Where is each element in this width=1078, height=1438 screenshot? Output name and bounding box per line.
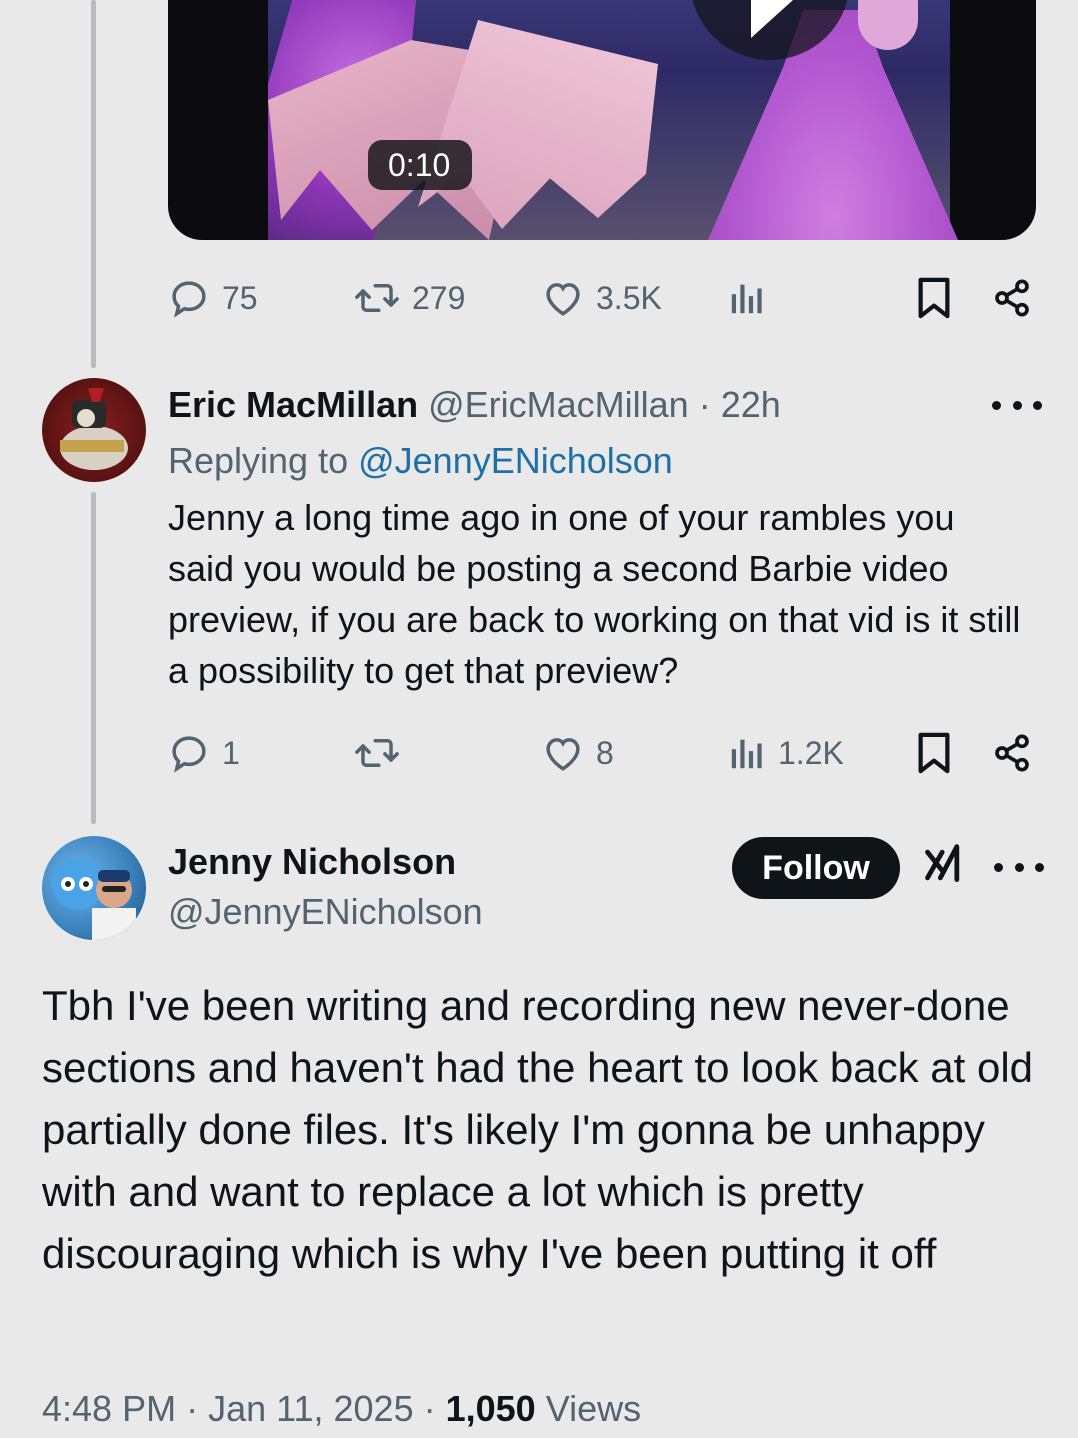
views-label: Views	[545, 1388, 642, 1429]
share-icon	[995, 734, 1029, 772]
reply-header: Eric MacMillan @EricMacMillan · 22h	[168, 384, 781, 426]
reply-count: 75	[222, 279, 258, 316]
reply-timestamp[interactable]: 22h	[721, 384, 781, 425]
tweet-time[interactable]: 4:48 PM	[42, 1388, 176, 1429]
share-button[interactable]	[992, 268, 1032, 328]
share-button[interactable]	[992, 723, 1032, 783]
replying-to-line: Replying to @JennyENicholson	[168, 440, 673, 482]
play-icon	[751, 0, 793, 38]
avatar-image	[60, 388, 128, 470]
video-duration-badge: 0:10	[368, 140, 473, 190]
main-author-handle-line: @JennyENicholson	[168, 891, 483, 933]
like-button[interactable]: 8	[542, 723, 614, 783]
reply-count: 1	[222, 734, 240, 771]
avatar[interactable]	[42, 378, 146, 482]
reply-button[interactable]: 75	[168, 268, 258, 328]
tweet-metadata: 4:48 PM · Jan 11, 2025 · 1,050 Views	[42, 1388, 641, 1430]
separator: ·	[413, 1388, 446, 1429]
views-count: 1,050	[445, 1388, 536, 1429]
replying-to-label: Replying to	[168, 440, 359, 481]
repost-count: 279	[412, 279, 466, 316]
bookmark-icon	[918, 277, 950, 319]
reply-icon	[172, 736, 206, 773]
views-button[interactable]	[728, 268, 778, 328]
avatar-image	[52, 858, 136, 940]
thread-line-top	[91, 0, 96, 368]
author-name[interactable]: Jenny Nicholson	[168, 841, 456, 882]
repost-button[interactable]: 279	[354, 268, 465, 328]
separator: ·	[688, 384, 721, 425]
bookmark-button[interactable]	[916, 268, 952, 328]
grok-icon[interactable]	[922, 843, 966, 887]
main-more-button[interactable]	[994, 852, 1044, 882]
repost-button[interactable]	[354, 723, 412, 783]
reply-button[interactable]: 1	[168, 723, 240, 783]
like-icon	[546, 283, 580, 316]
share-icon	[995, 279, 1029, 317]
reply-text: Jenny a long time ago in one of your ram…	[168, 497, 1021, 691]
thread-line-middle	[91, 492, 96, 824]
reply-icon	[172, 281, 206, 318]
bookmark-button[interactable]	[916, 723, 952, 783]
like-count: 3.5K	[596, 279, 662, 316]
reply-more-button[interactable]	[992, 390, 1042, 420]
like-icon	[546, 738, 580, 771]
author-handle[interactable]: @JennyENicholson	[168, 891, 483, 932]
main-tweet-text: Tbh I've been writing and recording new …	[42, 982, 1034, 1277]
views-count: 1.2K	[778, 734, 844, 771]
avatar[interactable]	[42, 836, 146, 940]
replying-to-link[interactable]: @JennyENicholson	[358, 440, 673, 481]
like-count: 8	[596, 734, 614, 771]
author-handle[interactable]: @EricMacMillan	[428, 384, 689, 425]
like-button[interactable]: 3.5K	[542, 268, 662, 328]
original-tweet-action-bar: 75 279 3.5K	[168, 268, 1036, 328]
video-player[interactable]: 0:10	[168, 0, 1036, 240]
follow-button[interactable]: Follow	[732, 837, 900, 899]
repost-icon	[355, 739, 399, 767]
bookmark-icon	[918, 732, 950, 774]
views-button[interactable]: 1.2K	[728, 723, 844, 783]
author-name[interactable]: Eric MacMillan	[168, 384, 418, 425]
reply-tweet-action-bar: 1 8 1.2K	[168, 723, 1036, 783]
separator: ·	[176, 1388, 209, 1429]
views-icon	[731, 284, 762, 314]
more-icon	[992, 400, 1001, 410]
tweet-date[interactable]: Jan 11, 2025	[208, 1388, 414, 1429]
more-icon	[994, 862, 1003, 872]
repost-icon	[355, 284, 399, 312]
main-author-name-line: Jenny Nicholson	[168, 841, 456, 883]
views-icon	[731, 739, 762, 769]
